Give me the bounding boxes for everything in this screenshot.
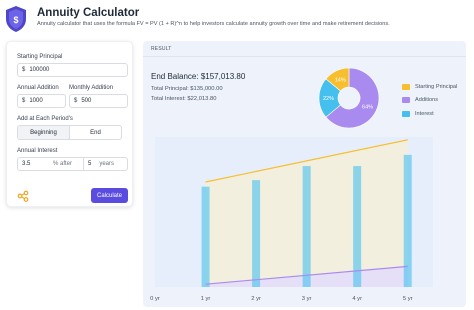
input-panel: Starting Principal $ 100000 Annual Addit…: [6, 41, 133, 207]
annual-addition-input[interactable]: $ 1000: [17, 94, 66, 108]
x-tick-label: 1 yr: [201, 296, 211, 302]
x-tick-label: 4 yr: [352, 296, 362, 302]
share-icon[interactable]: [17, 190, 29, 202]
app-header: $ Annuity Calculator Annuity calculator …: [0, 0, 474, 38]
starting-principal-value: 100000: [29, 67, 50, 73]
x-tick-label: 0 yr: [150, 296, 160, 302]
currency-symbol: $: [22, 98, 26, 104]
currency-symbol: $: [22, 67, 26, 73]
monthly-addition-value: 500: [81, 98, 92, 104]
starting-principal-label: Starting Principal: [17, 54, 63, 60]
principal-bar: [302, 166, 311, 287]
svg-text:$: $: [13, 15, 18, 25]
add-at-toggle[interactable]: Beginning End: [17, 125, 122, 140]
page-subtitle: Annuity calculator that uses the formula…: [37, 21, 390, 27]
principal-bar: [252, 180, 261, 287]
shield-dollar-icon: $: [6, 6, 26, 32]
page-title: Annuity Calculator: [37, 7, 140, 19]
annual-interest-field: 3.5 % after 5 years: [17, 157, 128, 171]
add-at-label: Add at Each Period's: [17, 116, 73, 122]
currency-symbol: $: [74, 98, 78, 104]
monthly-addition-label: Monthly Addition: [69, 85, 114, 91]
years-input[interactable]: 5 years: [83, 158, 127, 170]
annual-addition-value: 1000: [29, 98, 43, 104]
years-value: 5: [88, 161, 92, 167]
years-suffix: years: [99, 161, 115, 167]
end-option[interactable]: End: [70, 126, 121, 139]
annual-interest-label: Annual Interest: [17, 148, 58, 154]
annual-addition-label: Annual Addition: [17, 85, 59, 91]
x-tick-label: 5 yr: [403, 296, 413, 302]
beginning-option[interactable]: Beginning: [18, 126, 70, 139]
interest-suffix: % after: [53, 161, 73, 167]
result-panel: RESULT End Balance: $157,013.80 Total Pr…: [143, 41, 466, 307]
x-tick-label: 3 yr: [302, 296, 312, 302]
calculate-button[interactable]: Calculate: [91, 188, 128, 203]
starting-principal-input[interactable]: $ 100000: [17, 63, 128, 77]
monthly-addition-input[interactable]: $ 500: [69, 94, 128, 108]
principal-bar: [201, 186, 210, 287]
principal-bar: [353, 166, 362, 287]
interest-rate-input[interactable]: 3.5: [18, 161, 53, 167]
x-tick-label: 2 yr: [251, 296, 261, 302]
growth-chart: 0 yr 1 yr 2 yr 3 yr 4 yr 5 yr: [150, 137, 433, 302]
